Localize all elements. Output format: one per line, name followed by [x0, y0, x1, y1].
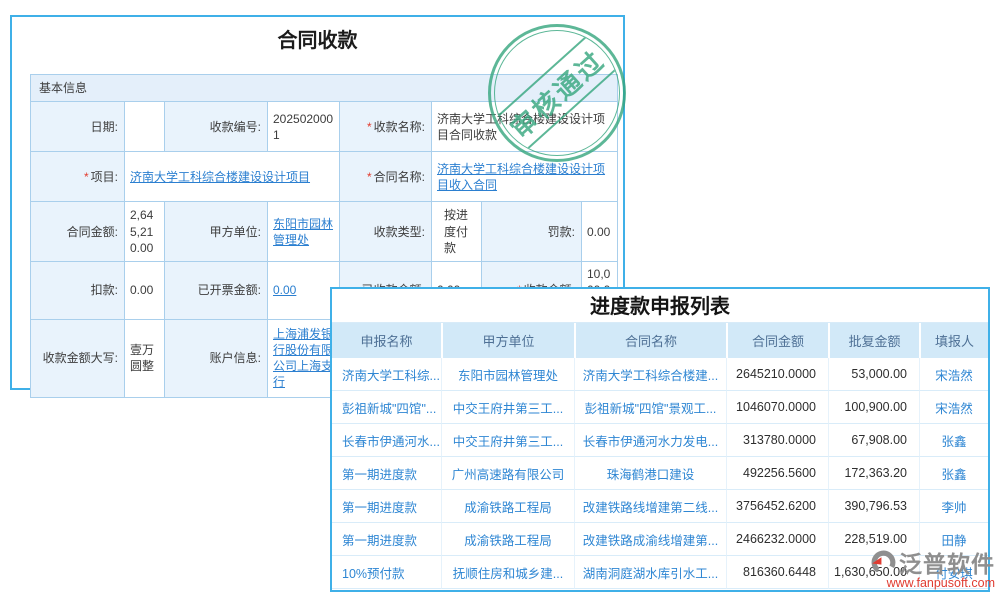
approved-amount-value: 228,519.00 [828, 523, 919, 556]
column-header-declaration-name[interactable]: 申报名称 [332, 323, 441, 358]
contract-name-link[interactable]: 珠海鹤港口建设 [574, 457, 726, 490]
receipt-type-label: 收款类型: [340, 202, 432, 262]
party-a-link[interactable]: 抚顺住房和城乡建... [441, 556, 574, 589]
contract-name-link[interactable]: 改建铁路成渝线增建第... [574, 523, 726, 556]
filler-link[interactable]: 田静 [919, 523, 988, 556]
progress-payment-list-panel: 进度款申报列表 申报名称 甲方单位 合同名称 合同金额 批复金额 填报人 济南大… [330, 287, 990, 592]
contract-name-cell: 济南大学工科综合楼建设设计项目收入合同 [432, 152, 618, 202]
party-a-label: 甲方单位: [165, 202, 268, 262]
invoiced-amount-label: 已开票金额: [165, 262, 268, 320]
account-info-label: 账户信息: [165, 319, 268, 397]
column-header-filler[interactable]: 填报人 [919, 323, 988, 358]
filler-link[interactable]: 付安琪 [919, 556, 988, 589]
project-link[interactable]: 济南大学工科综合楼建设设计项目 [130, 170, 310, 184]
date-label: 日期: [31, 102, 125, 152]
declaration-name-link[interactable]: 长春市伊通河水... [332, 424, 441, 457]
party-a-link[interactable]: 中交王府井第三工... [441, 391, 574, 424]
required-asterisk: * [84, 170, 89, 184]
party-a-link[interactable]: 东阳市园林管理处 [441, 358, 574, 391]
declaration-name-link[interactable]: 10%预付款 [332, 556, 441, 589]
contract-amount-value: 3756452.6200 [726, 490, 828, 523]
amount-in-words-value: 壹万圆整 [125, 319, 165, 397]
column-header-party-a[interactable]: 甲方单位 [441, 323, 574, 358]
required-asterisk: * [367, 120, 372, 134]
required-asterisk: * [367, 170, 372, 184]
column-header-approved-amount[interactable]: 批复金额 [828, 323, 919, 358]
account-info-cell: 上海浦发银行股份有限公司上海支行 [268, 319, 340, 397]
filler-link[interactable]: 张鑫 [919, 424, 988, 457]
declaration-name-link[interactable]: 济南大学工科综... [332, 358, 441, 391]
progress-payment-list-title: 进度款申报列表 [332, 289, 988, 323]
party-a-link[interactable]: 广州高速路有限公司 [441, 457, 574, 490]
approved-amount-value: 67,908.00 [828, 424, 919, 457]
filler-link[interactable]: 张鑫 [919, 457, 988, 490]
amount-in-words-label: 收款金额大写: [31, 319, 125, 397]
fine-label: 罚款: [482, 202, 582, 262]
contract-name-link[interactable]: 济南大学工科综合楼建... [574, 358, 726, 391]
invoiced-amount-link[interactable]: 0.00 [273, 283, 296, 297]
filler-link[interactable]: 宋浩然 [919, 358, 988, 391]
contract-amount-value: 313780.0000 [726, 424, 828, 457]
invoiced-amount-cell: 0.00 [268, 262, 340, 320]
party-a-link[interactable]: 成渝铁路工程局 [441, 490, 574, 523]
contract-amount-value: 2645210.0000 [726, 358, 828, 391]
contract-amount-value: 1046070.0000 [726, 391, 828, 424]
approved-amount-value: 390,796.53 [828, 490, 919, 523]
receipt-type-value: 按进度付款 [432, 202, 482, 262]
receipt-name-value: 济南大学工科综合楼建设设计项目合同收款 [432, 102, 618, 152]
approved-amount-value: 1,630,650.00 [828, 556, 919, 589]
contract-amount-value: 816360.6448 [726, 556, 828, 589]
contract-amount-value: 492256.5600 [726, 457, 828, 490]
declaration-name-link[interactable]: 第一期进度款 [332, 523, 441, 556]
approved-amount-value: 100,900.00 [828, 391, 919, 424]
deduction-value: 0.00 [125, 262, 165, 320]
filler-link[interactable]: 李帅 [919, 490, 988, 523]
deduction-label: 扣款: [31, 262, 125, 320]
contract-amount-value: 2466232.0000 [726, 523, 828, 556]
declaration-name-link[interactable]: 彭祖新城"四馆"... [332, 391, 441, 424]
column-header-contract-amount[interactable]: 合同金额 [726, 323, 828, 358]
project-label: *项目: [31, 152, 125, 202]
contract-receipt-title: 合同收款 [12, 17, 623, 61]
declaration-name-link[interactable]: 第一期进度款 [332, 457, 441, 490]
contract-amount-value: 2,645,210.00 [125, 202, 165, 262]
contract-name-link[interactable]: 长春市伊通河水力发电... [574, 424, 726, 457]
account-info-link[interactable]: 上海浦发银行股份有限公司上海支行 [273, 327, 333, 390]
progress-payment-table: 申报名称 甲方单位 合同名称 合同金额 批复金额 填报人 济南大学工科综... … [332, 323, 988, 589]
contract-name-label: *合同名称: [340, 152, 432, 202]
contract-name-link[interactable]: 济南大学工科综合楼建设设计项目收入合同 [437, 162, 605, 192]
date-value[interactable] [125, 102, 165, 152]
declaration-name-link[interactable]: 第一期进度款 [332, 490, 441, 523]
contract-name-link[interactable]: 湖南洞庭湖水库引水工... [574, 556, 726, 589]
party-a-link[interactable]: 东阳市园林管理处 [273, 217, 333, 247]
contract-name-link[interactable]: 彭祖新城"四馆"景观工... [574, 391, 726, 424]
approved-amount-value: 172,363.20 [828, 457, 919, 490]
party-a-link[interactable]: 成渝铁路工程局 [441, 523, 574, 556]
receipt-no-label: 收款编号: [165, 102, 268, 152]
column-header-contract-name[interactable]: 合同名称 [574, 323, 726, 358]
receipt-name-label: *收款名称: [340, 102, 432, 152]
party-a-cell: 东阳市园林管理处 [268, 202, 340, 262]
contract-name-link[interactable]: 改建铁路线增建第二线... [574, 490, 726, 523]
basic-info-section-header: 基本信息 [31, 75, 618, 102]
project-cell: 济南大学工科综合楼建设设计项目 [125, 152, 340, 202]
fine-value: 0.00 [582, 202, 618, 262]
approved-amount-value: 53,000.00 [828, 358, 919, 391]
contract-amount-label: 合同金额: [31, 202, 125, 262]
filler-link[interactable]: 宋浩然 [919, 391, 988, 424]
party-a-link[interactable]: 中交王府井第三工... [441, 424, 574, 457]
receipt-no-value: 2025020001 [268, 102, 340, 152]
